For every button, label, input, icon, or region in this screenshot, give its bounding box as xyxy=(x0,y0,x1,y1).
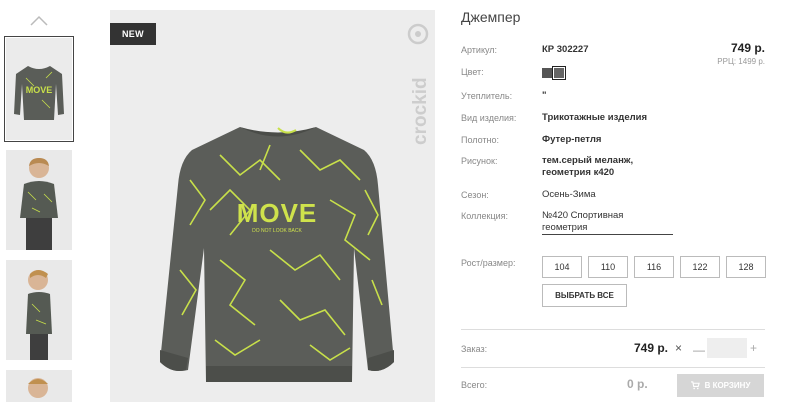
graphic-subtext: DO NOT LOOK BACK xyxy=(252,228,302,234)
brand-logo: crockid xyxy=(407,23,431,145)
insulation-label: Утеплитель: xyxy=(461,91,513,101)
brand-logo-text: crockid xyxy=(410,77,431,145)
size-option-110[interactable]: 110 xyxy=(588,256,628,278)
quantity-input[interactable] xyxy=(707,338,747,358)
collection-value-line2: геометрия xyxy=(542,222,588,233)
size-option-122[interactable]: 122 xyxy=(680,256,720,278)
collection-value-line1: №420 Спортивная xyxy=(542,210,624,221)
order-label: Заказ: xyxy=(461,344,488,354)
size-option-128[interactable]: 128 xyxy=(726,256,766,278)
thumbnail-model-front[interactable] xyxy=(6,150,72,250)
size-option-104[interactable]: 104 xyxy=(542,256,582,278)
product-main-image[interactable]: MOVE DO NOT LOOK BACK NEW crockid xyxy=(110,10,435,402)
fabric-label: Полотно: xyxy=(461,135,500,145)
model-front-image xyxy=(6,150,72,250)
collection-underline xyxy=(542,234,673,235)
color-swatch-selected[interactable] xyxy=(552,66,566,80)
sweater-thumbnail-image: MOVE xyxy=(6,38,72,140)
product-type-value: Трикотажные изделия xyxy=(542,112,648,123)
size-label: Рост/размер: xyxy=(461,258,516,268)
thumb-graphic-text: MOVE xyxy=(26,85,53,95)
color-label: Цвет: xyxy=(461,67,484,77)
quantity-increase-button[interactable]: + xyxy=(750,341,757,355)
chevron-up-icon[interactable] xyxy=(30,14,48,26)
fabric-value: Футер-петля xyxy=(542,134,602,145)
thumbnail-gallery: MOVE xyxy=(0,0,80,402)
model-side-image xyxy=(6,260,72,360)
thumbnail-model-side[interactable] xyxy=(6,260,72,360)
model-back-image xyxy=(6,370,72,402)
product-title: Джемпер xyxy=(461,9,521,25)
season-label: Сезон: xyxy=(461,190,489,200)
remove-icon[interactable]: × xyxy=(675,341,682,355)
total-label: Всего: xyxy=(461,380,488,390)
divider xyxy=(461,329,765,330)
sweater-photo: MOVE DO NOT LOOK BACK xyxy=(110,10,435,402)
color-swatches xyxy=(542,66,566,80)
insulation-value: " xyxy=(542,90,547,101)
graphic-text: MOVE xyxy=(237,198,318,228)
product-details: Джемпер 749 р. РРЦ: 1499 р. Артикул: КР … xyxy=(461,0,766,402)
pattern-label: Рисунок: xyxy=(461,156,498,166)
pattern-value-line2: геометрия к420 xyxy=(542,167,615,178)
select-all-sizes-button[interactable]: ВЫБРАТЬ ВСЕ xyxy=(542,284,627,307)
collection-label: Коллекция: xyxy=(461,211,509,221)
color-swatch[interactable] xyxy=(542,68,552,78)
season-value: Осень-Зима xyxy=(542,189,596,200)
new-badge: NEW xyxy=(110,23,156,45)
product-type-label: Вид изделия: xyxy=(461,113,517,123)
product-price: 749 р. xyxy=(730,41,765,55)
product-rrp: РРЦ: 1499 р. xyxy=(717,57,765,66)
order-price: 749 р. xyxy=(634,341,669,355)
article-value: КР 302227 xyxy=(542,44,589,55)
thumbnail-model-back[interactable] xyxy=(6,370,72,402)
total-value: 0 р. xyxy=(627,377,648,391)
pattern-value-line1: тем.серый меланж, xyxy=(542,155,634,166)
article-label: Артикул: xyxy=(461,45,498,55)
quantity-decrease-button[interactable]: — xyxy=(693,343,705,357)
size-option-116[interactable]: 116 xyxy=(634,256,674,278)
thumbnail-sweater[interactable]: MOVE xyxy=(4,36,74,142)
size-options: 104 110 116 122 128 xyxy=(542,256,766,278)
add-to-cart-button[interactable]: В КОРЗИНУ xyxy=(677,374,764,397)
add-to-cart-label: В КОРЗИНУ xyxy=(704,381,751,390)
divider xyxy=(461,367,765,368)
cart-icon xyxy=(690,381,700,390)
